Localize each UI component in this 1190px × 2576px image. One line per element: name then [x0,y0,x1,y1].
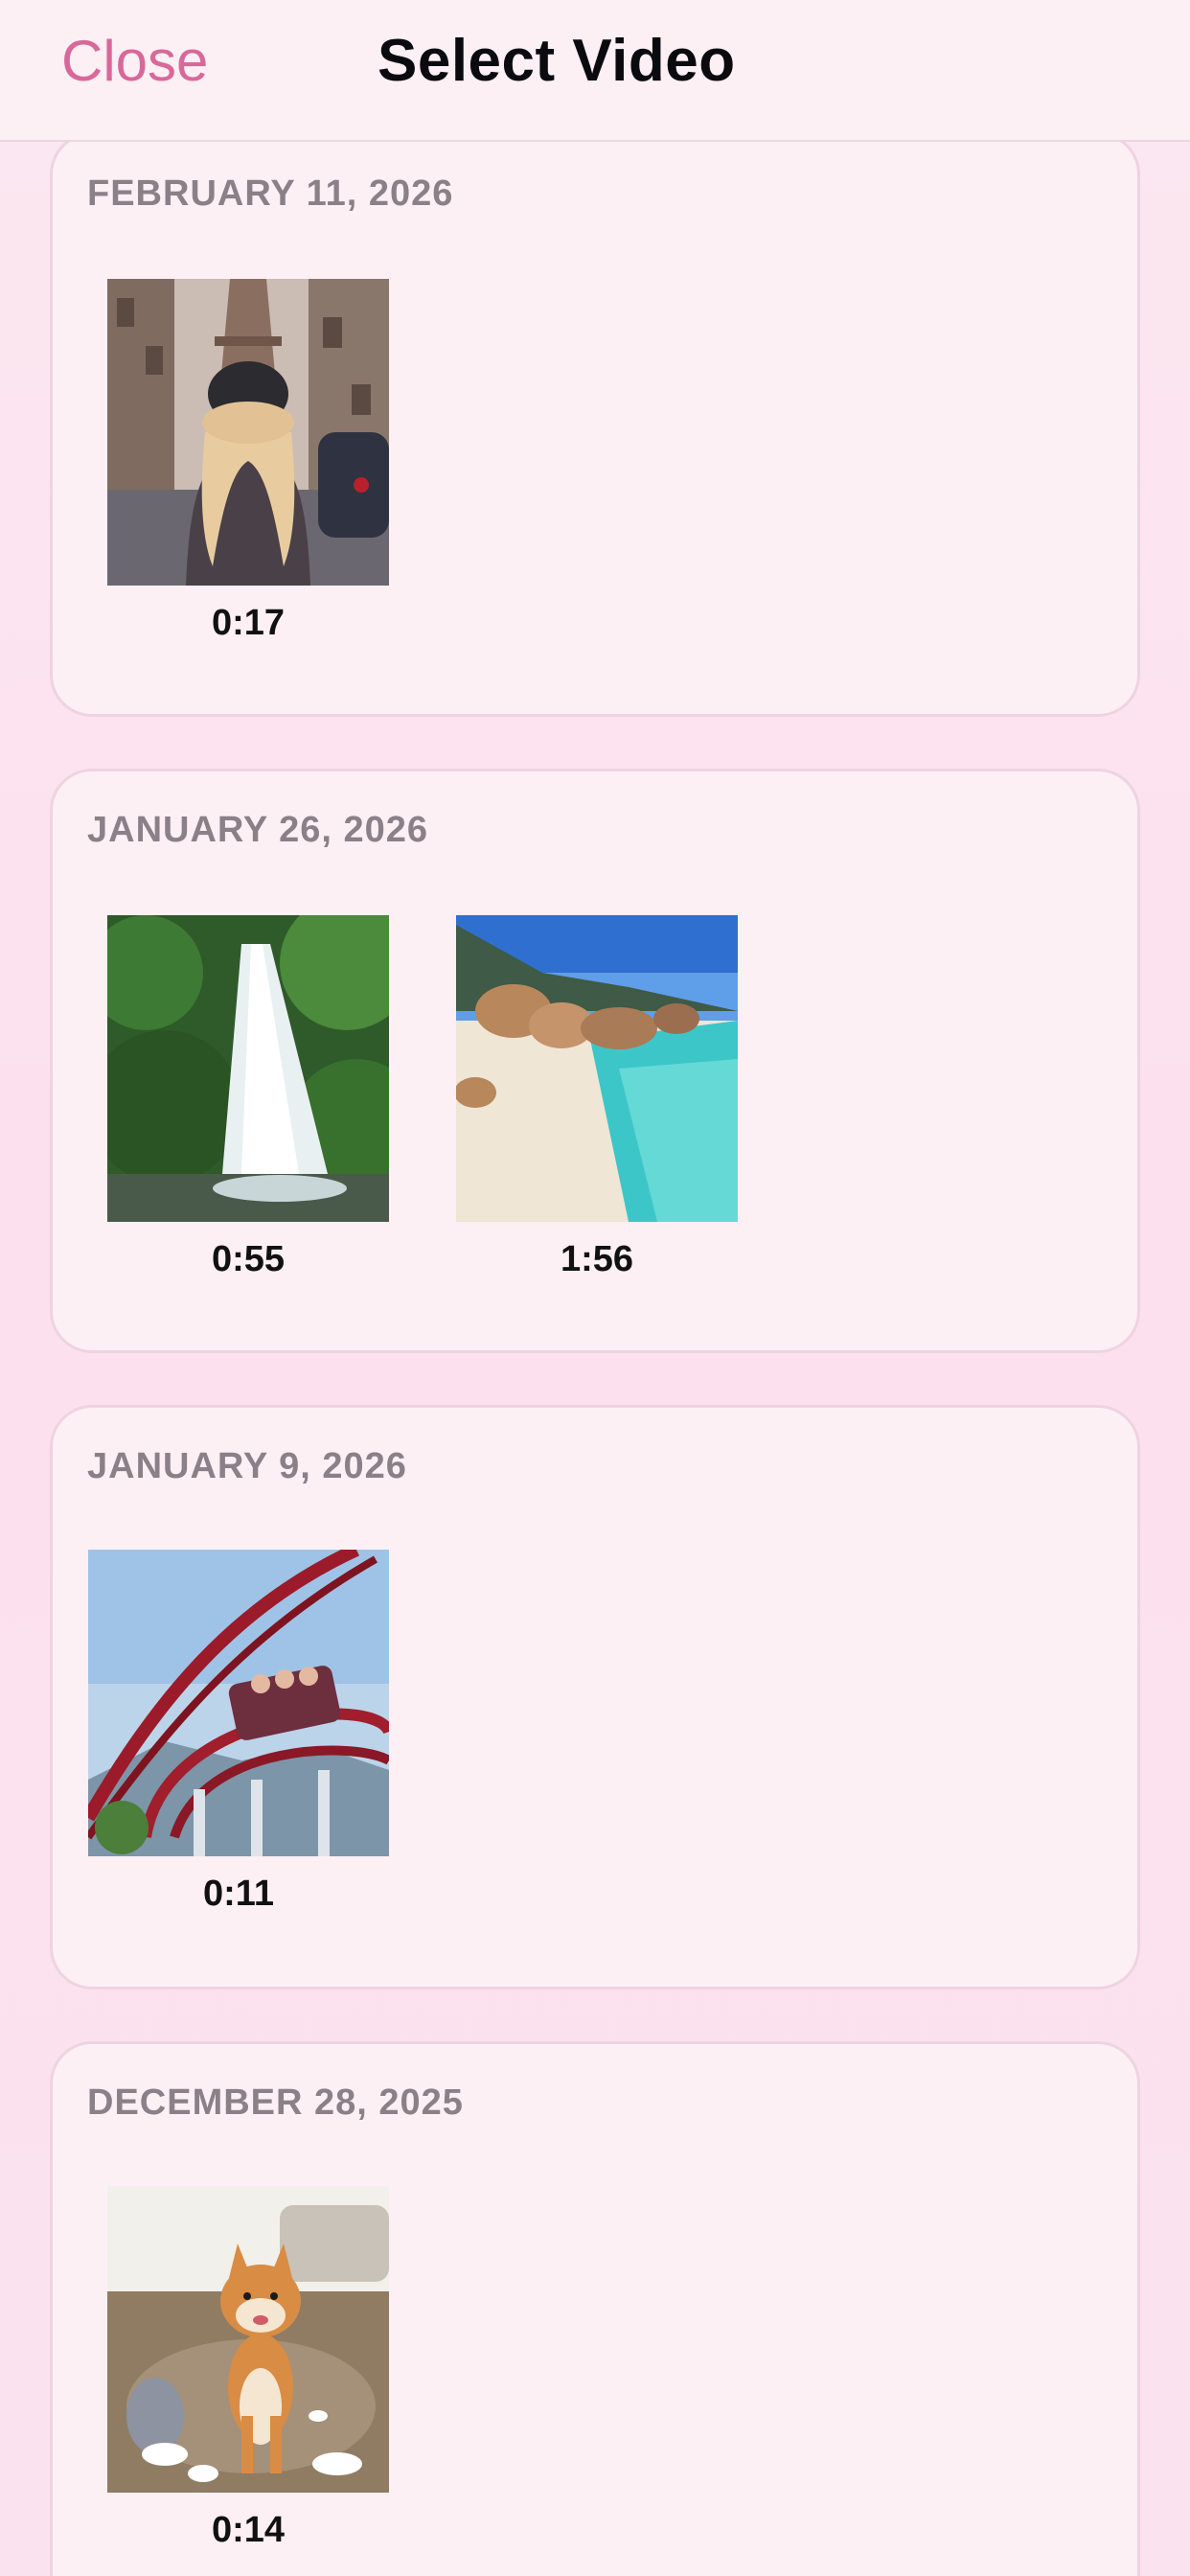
video-duration: 0:14 [211,2510,286,2550]
section-date-header: JANUARY 26, 2026 [87,810,429,850]
navigation-bar: Close Select Video [0,0,1190,142]
close-button[interactable]: Close [61,27,208,96]
date-section: JANUARY 26, 2026 0:55 1:56 [50,769,1140,1353]
video-thumbnail[interactable]: 0:14 [107,2186,389,2552]
thumbnail-beach-image [456,915,738,1222]
thumbnail-shiba-dog-image [107,2186,389,2493]
thumbnail-roller-coaster-image [88,1550,389,1856]
thumbnail-woman-eiffel-tower-image [107,279,389,586]
video-duration: 0:17 [211,603,286,643]
section-date-header: JANUARY 9, 2026 [87,1446,407,1486]
section-date-header: DECEMBER 28, 2025 [87,2082,464,2123]
video-duration: 0:55 [211,1239,286,1279]
video-duration: 0:11 [203,1874,274,1914]
video-thumbnail[interactable]: 0:17 [107,279,389,645]
thumbnail-waterfall-image [107,915,389,1222]
date-section: JANUARY 9, 2026 0:11 [50,1405,1140,1990]
page-title: Select Video [378,28,736,94]
date-section: FEBRUARY 11, 2026 0:17 [50,142,1140,717]
video-thumbnail[interactable]: 0:55 [107,915,389,1281]
video-list[interactable]: FEBRUARY 11, 2026 0:17 JANUARY 26, 2026 … [0,142,1190,2576]
video-thumbnail[interactable]: 0:11 [88,1550,389,1916]
video-thumbnail[interactable]: 1:56 [456,915,738,1281]
section-date-header: FEBRUARY 11, 2026 [87,173,454,214]
video-duration: 1:56 [560,1239,634,1279]
date-section: DECEMBER 28, 2025 0:14 [50,2041,1140,2576]
